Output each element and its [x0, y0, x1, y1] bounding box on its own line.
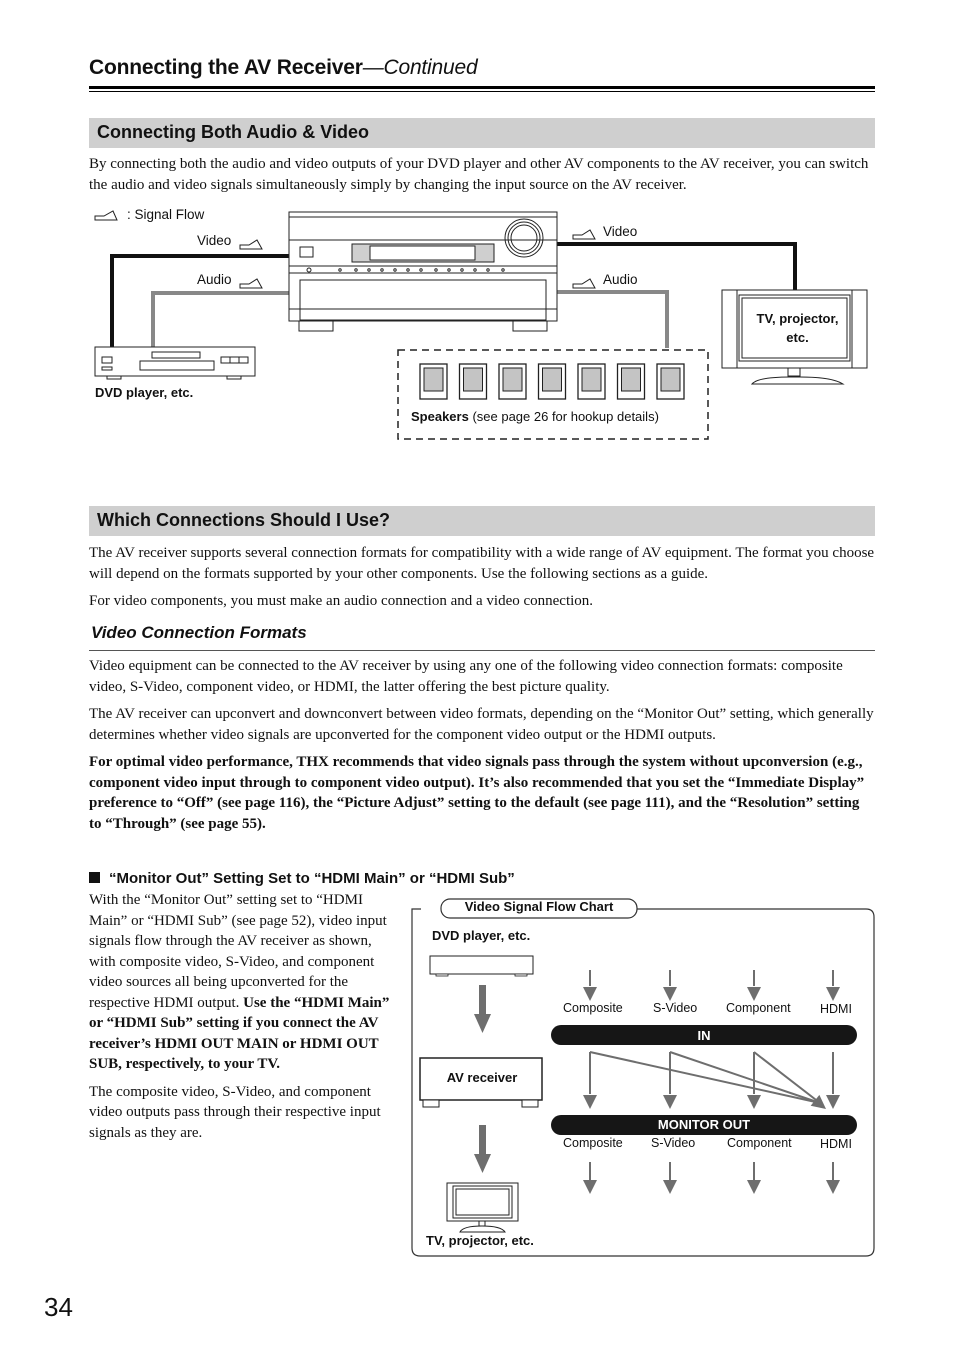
passthrough-arrowhead-component-icon — [747, 1095, 761, 1109]
passthrough-arrowhead-hdmi-icon — [826, 1095, 840, 1109]
output-arrowhead-composite-icon — [583, 1180, 597, 1194]
tv-label: TV, projector, etc. — [742, 309, 853, 347]
video-in-label: Video — [197, 233, 232, 248]
dvd-player-label: DVD player, etc. — [95, 385, 194, 400]
section-heading-which-connections: Which Connections Should I Use? — [89, 506, 875, 536]
flow-display-label: TV, projector, etc. — [426, 1233, 534, 1248]
video-out-arrow-icon — [572, 229, 596, 240]
dvd-player-illustration — [94, 346, 256, 380]
speakers-label-bold: Speakers — [411, 409, 469, 424]
input-arrowhead-component-icon — [747, 987, 761, 1001]
av-receiver-illustration — [288, 211, 558, 332]
in-bar-label: IN — [697, 1028, 711, 1043]
speaker-cone — [423, 367, 444, 392]
input-arrowhead-hdmi-icon — [826, 987, 840, 1001]
audio-in-label: Audio — [197, 272, 232, 287]
subheading-rule — [89, 650, 875, 651]
signal-flow-legend-icon — [94, 210, 118, 221]
speaker-cone — [660, 367, 681, 392]
speaker-cone — [463, 367, 483, 392]
input-label-component: Component — [726, 1001, 791, 1015]
audio-out-label: Audio — [603, 272, 638, 287]
audio-out-arrow-icon — [572, 278, 596, 289]
page-number: 34 — [44, 1292, 73, 1322]
speaker-cone — [502, 367, 523, 392]
video-formats-paragraph-2: The AV receiver can upconvert and downco… — [89, 706, 874, 743]
upconvert-arrow-svideo-to-hdmi — [669, 1051, 821, 1104]
output-label-component: Component — [727, 1136, 792, 1150]
flow-receiver-label: AV receiver — [446, 1070, 518, 1085]
subheading-video-formats: Video Connection Formats — [91, 623, 307, 642]
audio-cable-in — [151, 291, 289, 348]
video-formats-text: Video equipment can be connected to the … — [89, 656, 875, 834]
video-in-arrow-icon — [239, 239, 263, 250]
section2-paragraph-2: For video components, you must make an a… — [89, 593, 594, 609]
output-arrowhead-component-icon — [747, 1180, 761, 1194]
input-label-composite: Composite — [563, 1001, 623, 1015]
speaker-cone — [542, 367, 562, 392]
speakers-label: Speakers (see page 26 for hookup details… — [411, 409, 659, 424]
flow-source-label: DVD player, etc. — [432, 928, 531, 943]
flow-chart-title: Video Signal Flow Chart — [464, 899, 614, 914]
audio-in-arrow-icon — [239, 278, 263, 289]
speakers-label-note: (see page 26 for hookup details) — [468, 409, 659, 424]
output-label-svideo: S-Video — [651, 1136, 696, 1150]
output-label-hdmi: HDMI — [820, 1137, 852, 1151]
speaker-cone — [581, 367, 602, 392]
input-arrowhead-composite-icon — [583, 987, 597, 1001]
input-label-hdmi: HDMI — [820, 1002, 852, 1016]
thx-recommendation: For optimal video performance, THX recom… — [89, 754, 865, 832]
flow-dvd-icon — [429, 955, 534, 975]
flow-arrow-dvd-to-receiver — [474, 985, 491, 1033]
monitor-out-bar-label: MONITOR OUT — [657, 1117, 751, 1132]
output-arrowhead-hdmi-icon — [826, 1180, 840, 1194]
flow-tv-icon — [446, 1182, 519, 1233]
audio-cable-out — [556, 290, 669, 348]
output-arrowhead-svideo-icon — [663, 1180, 677, 1194]
tv-label-line2: etc. — [786, 330, 809, 345]
signal-flow-legend-label: : Signal Flow — [127, 207, 205, 222]
passthrough-arrowhead-svideo-icon — [663, 1095, 677, 1109]
flow-arrow-receiver-to-tv — [474, 1125, 491, 1173]
output-label-composite: Composite — [563, 1136, 623, 1150]
video-out-label: Video — [603, 224, 638, 239]
section2-intro: The AV receiver supports several connect… — [89, 543, 875, 612]
speaker-cone — [621, 367, 641, 392]
section-title: Which Connections Should I Use? — [97, 510, 391, 530]
video-cable-in — [110, 254, 289, 348]
tv-label-line1: TV, projector, — [756, 311, 839, 326]
section2-paragraph-1: The AV receiver supports several connect… — [89, 545, 875, 582]
video-formats-paragraph-1: Video equipment can be connected to the … — [89, 658, 843, 695]
speakers-group — [419, 363, 685, 400]
passthrough-arrowhead-composite-icon — [583, 1095, 597, 1109]
input-label-svideo: S-Video — [653, 1001, 698, 1015]
input-arrowhead-svideo-icon — [663, 987, 677, 1001]
